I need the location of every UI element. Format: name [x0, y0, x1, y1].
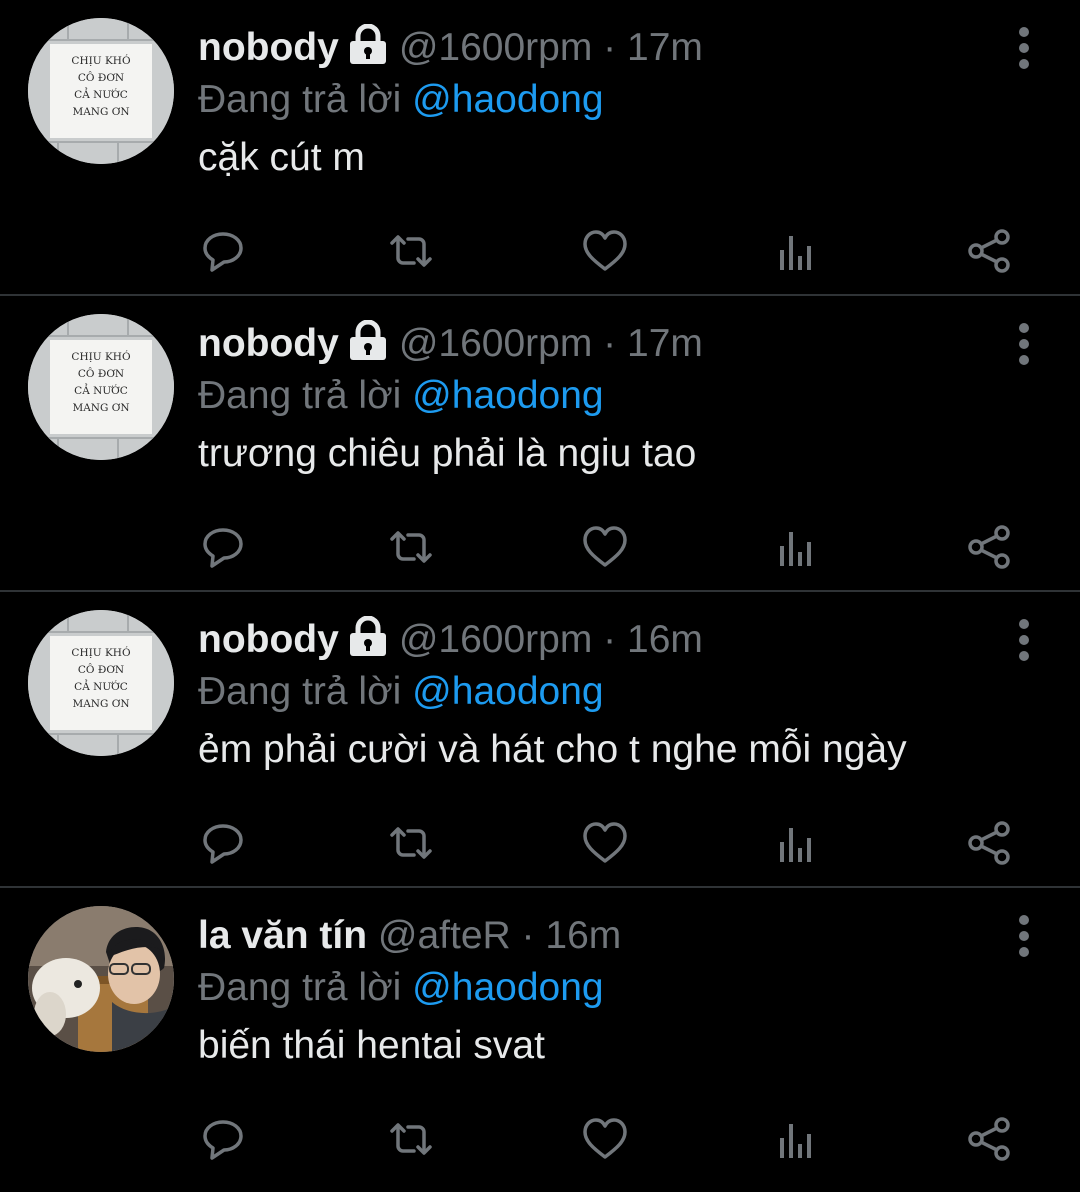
replying-to: Đang trả lời @haodong: [198, 74, 990, 126]
sign-line: CHỊU KHÓ: [71, 53, 131, 67]
sign-line: CÔ ĐƠN: [78, 70, 124, 84]
lock-icon: [347, 23, 389, 78]
separator-dot: ·: [603, 618, 617, 661]
timestamp[interactable]: 16m: [627, 618, 703, 661]
replying-to: Đang trả lời @haodong: [198, 370, 990, 422]
more-options-icon[interactable]: [1012, 914, 1036, 958]
reply-prefix: Đang trả lời: [198, 966, 402, 1009]
sign-line: MANG ƠN: [72, 402, 129, 414]
sign-line: CHỊU KHÓ: [71, 349, 131, 363]
sign-line: CHỊU KHÓ: [71, 645, 131, 659]
timestamp[interactable]: 17m: [627, 26, 703, 69]
lock-icon: [347, 319, 389, 374]
avatar[interactable]: [28, 906, 174, 1052]
timeline: CHỊU KHÓ CÔ ĐƠN CẢ NƯỚC MANG ƠN nobody @1…: [0, 0, 1080, 1184]
views-icon[interactable]: [772, 1114, 822, 1164]
reply-icon[interactable]: [198, 226, 248, 276]
display-name[interactable]: nobody: [198, 322, 339, 365]
tweet-actions: [198, 522, 1018, 572]
handle[interactable]: @afteR: [378, 914, 511, 957]
retweet-icon[interactable]: [386, 522, 436, 572]
tweet[interactable]: CHỊU KHÓ CÔ ĐƠN CẢ NƯỚC MANG ƠN nobody @1…: [0, 592, 1080, 888]
share-icon[interactable]: [964, 818, 1014, 868]
avatar[interactable]: CHỊU KHÓ CÔ ĐƠN CẢ NƯỚC MANG ƠN: [28, 610, 174, 756]
display-name[interactable]: nobody: [198, 26, 339, 69]
tweet-content: nobody @1600rpm · 17m Đang trả lời @haodo…: [198, 318, 990, 482]
like-icon[interactable]: [580, 226, 630, 276]
replying-to: Đang trả lời @haodong: [198, 962, 990, 1014]
avatar[interactable]: CHỊU KHÓ CÔ ĐƠN CẢ NƯỚC MANG ƠN: [28, 18, 174, 164]
retweet-icon[interactable]: [386, 1114, 436, 1164]
tweet-header: la văn tín @afteR · 16m: [198, 910, 990, 962]
share-icon[interactable]: [964, 226, 1014, 276]
tweet-content: la văn tín @afteR · 16m Đang trả lời @ha…: [198, 910, 990, 1074]
sign-line: CẢ NƯỚC: [74, 382, 128, 397]
reply-mention-link[interactable]: @haodong: [412, 670, 603, 713]
views-icon[interactable]: [772, 522, 822, 572]
display-name[interactable]: la văn tín: [198, 914, 367, 957]
tweet-header: nobody @1600rpm · 17m: [198, 318, 990, 370]
replying-to: Đang trả lời @haodong: [198, 666, 990, 718]
tweet-header: nobody @1600rpm · 16m: [198, 614, 990, 666]
sign-line: CẢ NƯỚC: [74, 86, 128, 101]
tweet-text: trương chiêu phải là ngiu tao: [198, 432, 697, 475]
reply-mention-link[interactable]: @haodong: [412, 966, 603, 1009]
like-icon[interactable]: [580, 818, 630, 868]
separator-dot: ·: [603, 26, 617, 69]
reply-prefix: Đang trả lời: [198, 78, 402, 121]
lock-icon: [347, 615, 389, 670]
tweet-text: biến thái hentai svat: [198, 1024, 545, 1067]
sign-line: CÔ ĐƠN: [78, 662, 124, 676]
more-options-icon[interactable]: [1012, 322, 1036, 366]
sign-line: MANG ƠN: [72, 106, 129, 118]
tweet-actions: [198, 1114, 1018, 1164]
separator-dot: ·: [603, 322, 617, 365]
views-icon[interactable]: [772, 226, 822, 276]
separator-dot: ·: [521, 914, 535, 957]
sign-line: CẢ NƯỚC: [74, 678, 128, 693]
sign-line: CÔ ĐƠN: [78, 366, 124, 380]
tweet-text: cặk cút m: [198, 136, 365, 179]
views-icon[interactable]: [772, 818, 822, 868]
share-icon[interactable]: [964, 522, 1014, 572]
reply-icon[interactable]: [198, 818, 248, 868]
handle[interactable]: @1600rpm: [399, 322, 593, 365]
tweet[interactable]: CHỊU KHÓ CÔ ĐƠN CẢ NƯỚC MANG ƠN nobody @1…: [0, 296, 1080, 592]
tweet-text: ẻm phải cười và hát cho t nghe mỗi ngày: [198, 728, 907, 771]
timestamp[interactable]: 17m: [627, 322, 703, 365]
like-icon[interactable]: [580, 522, 630, 572]
tweet-content: nobody @1600rpm · 16m Đang trả lời @haodo…: [198, 614, 990, 778]
reply-prefix: Đang trả lời: [198, 374, 402, 417]
tweet-actions: [198, 818, 1018, 868]
tweet[interactable]: la văn tín @afteR · 16m Đang trả lời @ha…: [0, 888, 1080, 1184]
like-icon[interactable]: [580, 1114, 630, 1164]
reply-prefix: Đang trả lời: [198, 670, 402, 713]
reply-icon[interactable]: [198, 522, 248, 572]
reply-mention-link[interactable]: @haodong: [412, 374, 603, 417]
retweet-icon[interactable]: [386, 818, 436, 868]
more-options-icon[interactable]: [1012, 26, 1036, 70]
handle[interactable]: @1600rpm: [399, 618, 593, 661]
more-options-icon[interactable]: [1012, 618, 1036, 662]
tweet-content: nobody @1600rpm · 17m Đang trả lời @haodo…: [198, 22, 990, 186]
timestamp[interactable]: 16m: [545, 914, 621, 957]
reply-mention-link[interactable]: @haodong: [412, 78, 603, 121]
display-name[interactable]: nobody: [198, 618, 339, 661]
share-icon[interactable]: [964, 1114, 1014, 1164]
tweet-header: nobody @1600rpm · 17m: [198, 22, 990, 74]
retweet-icon[interactable]: [386, 226, 436, 276]
tweet-actions: [198, 226, 1018, 276]
tweet[interactable]: CHỊU KHÓ CÔ ĐƠN CẢ NƯỚC MANG ƠN nobody @1…: [0, 0, 1080, 296]
sign-line: MANG ƠN: [72, 698, 129, 710]
reply-icon[interactable]: [198, 1114, 248, 1164]
handle[interactable]: @1600rpm: [399, 26, 593, 69]
avatar[interactable]: CHỊU KHÓ CÔ ĐƠN CẢ NƯỚC MANG ƠN: [28, 314, 174, 460]
